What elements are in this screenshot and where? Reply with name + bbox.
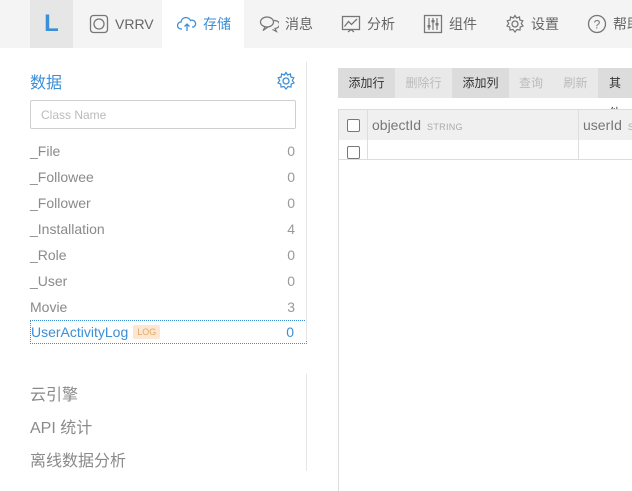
nav-item-storage[interactable]: 存储: [162, 0, 244, 48]
nav-label: 消息: [285, 16, 313, 32]
column-divider: [367, 110, 368, 160]
class-name: _Installation: [30, 221, 105, 237]
class-name: Movie: [30, 299, 68, 315]
column-header-userid[interactable]: userId S: [583, 110, 632, 140]
chart-icon: [341, 15, 361, 33]
column-type: S: [627, 122, 632, 132]
class-item-installation[interactable]: _Installation 4: [30, 217, 307, 241]
query-button[interactable]: 查询: [509, 68, 553, 98]
nav-item-components[interactable]: 组件: [423, 0, 477, 48]
sidebar-divider: [306, 62, 307, 340]
sliders-icon: [423, 14, 443, 34]
gear-icon: [506, 14, 524, 33]
column-name: objectId: [372, 117, 422, 133]
add-row-button[interactable]: 添加行: [338, 68, 395, 98]
top-navigation: L VRRV 存储 消息 分析 组件 设置 ? 帮助: [0, 0, 632, 48]
settings-gear-icon[interactable]: [276, 71, 296, 91]
data-table: [338, 109, 632, 491]
data-section-title: 数据: [30, 75, 63, 92]
add-column-button[interactable]: 添加列: [452, 68, 509, 98]
nav-label: 设置: [531, 16, 559, 32]
chat-icon: [259, 16, 279, 33]
class-name: _Role: [30, 247, 67, 263]
class-name: _Follower: [30, 195, 91, 211]
row-checkbox[interactable]: [347, 146, 360, 159]
class-count: 3: [287, 299, 295, 315]
class-item-user[interactable]: _User 0: [30, 269, 307, 293]
class-count: 0: [286, 324, 294, 340]
app-logo[interactable]: L: [30, 0, 73, 48]
class-item-followee[interactable]: _Followee 0: [30, 165, 307, 189]
class-item-useractivitylog[interactable]: UserActivityLog LOG 0: [30, 320, 307, 344]
column-type: STRING: [427, 122, 463, 132]
class-count: 0: [287, 169, 295, 185]
nav-label: 组件: [449, 16, 477, 32]
other-menu-button[interactable]: 其他: [598, 68, 632, 120]
class-count: 0: [287, 273, 295, 289]
app-icon: [89, 14, 109, 34]
nav-label: 帮助: [613, 16, 632, 32]
class-count: 0: [287, 143, 295, 159]
row-divider: [339, 159, 632, 160]
select-all-checkbox[interactable]: [347, 119, 360, 132]
nav-item-vrrv[interactable]: VRRV: [89, 0, 154, 48]
class-item-follower[interactable]: _Follower 0: [30, 191, 307, 215]
class-count: 0: [287, 247, 295, 263]
class-name: _File: [30, 143, 61, 159]
cloud-upload-icon: [177, 16, 197, 31]
class-item-movie[interactable]: Movie 3: [30, 295, 307, 319]
column-divider: [578, 110, 579, 160]
nav-api-stats[interactable]: API 统计: [30, 414, 92, 438]
class-name: UserActivityLog: [31, 324, 129, 340]
nav-item-settings[interactable]: 设置: [505, 0, 559, 48]
class-count: 4: [287, 221, 295, 237]
class-name: _Followee: [30, 169, 94, 185]
nav-item-messages[interactable]: 消息: [259, 0, 313, 48]
sidebar-divider: [306, 374, 307, 471]
column-name: userId: [583, 117, 622, 133]
nav-item-analytics[interactable]: 分析: [341, 0, 395, 48]
delete-row-button[interactable]: 删除行: [395, 68, 452, 98]
class-item-file[interactable]: _File 0: [30, 139, 307, 163]
svg-text:?: ?: [594, 18, 601, 32]
nav-offline-analytics[interactable]: 离线数据分析: [30, 447, 126, 471]
help-icon: ?: [587, 14, 607, 34]
nav-item-help[interactable]: ? 帮助: [587, 0, 632, 48]
refresh-button[interactable]: 刷新: [553, 68, 598, 98]
log-badge: LOG: [133, 325, 161, 339]
class-name: _User: [30, 273, 68, 289]
class-count: 0: [287, 195, 295, 211]
class-item-role[interactable]: _Role 0: [30, 243, 307, 267]
nav-label: VRRV: [115, 16, 154, 32]
nav-cloud-engine[interactable]: 云引擎: [30, 381, 78, 405]
nav-label: 存储: [203, 16, 231, 32]
nav-label: 分析: [367, 16, 395, 32]
column-header-objectid[interactable]: objectId STRING: [372, 110, 463, 140]
class-name-search-input[interactable]: [30, 100, 296, 129]
